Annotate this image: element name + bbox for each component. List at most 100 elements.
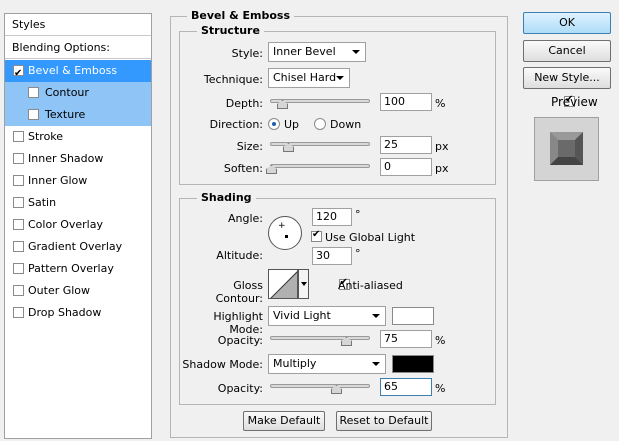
style-item-label: Inner Glow	[28, 174, 88, 187]
size-unit: px	[435, 140, 449, 153]
chevron-down-icon	[301, 282, 307, 286]
style-item-outer-glow[interactable]: Outer Glow	[5, 280, 151, 302]
new-style-button[interactable]: New Style...	[523, 67, 611, 89]
depth-label: Depth:	[225, 97, 263, 110]
depth-field[interactable]: 100	[380, 93, 432, 111]
highlight-color-swatch[interactable]	[392, 307, 434, 325]
soften-slider[interactable]	[270, 164, 370, 168]
ok-button[interactable]: OK	[523, 12, 611, 34]
gloss-contour-preview[interactable]	[268, 269, 298, 299]
satin-checkbox[interactable]	[13, 197, 24, 208]
style-item-label: Contour	[45, 86, 89, 99]
highlight-opacity-slider[interactable]	[270, 336, 370, 340]
style-item-gradient-overlay[interactable]: Gradient Overlay	[5, 236, 151, 258]
color-overlay-checkbox[interactable]	[13, 219, 24, 230]
shadow-mode-value: Multiply	[273, 357, 317, 370]
direction-label: Direction:	[209, 118, 263, 131]
soften-label: Soften:	[223, 162, 263, 175]
technique-select[interactable]: Chisel Hard	[268, 68, 350, 88]
direction-down-label: Down	[330, 118, 362, 131]
make-default-button[interactable]: Make Default	[243, 411, 325, 431]
direction-down-radio[interactable]	[314, 118, 326, 130]
gradient-overlay-checkbox[interactable]	[13, 241, 24, 252]
styles-list: Styles Blending Options: Default Bevel &…	[4, 13, 152, 439]
global-light-checkbox[interactable]	[311, 229, 322, 242]
bevel-emboss-title: Bevel & Emboss	[187, 10, 294, 22]
depth-unit: %	[435, 97, 446, 110]
highlight-mode-select[interactable]: Vivid Light	[268, 306, 386, 326]
angle-label: Angle:	[227, 212, 263, 225]
inner-shadow-checkbox[interactable]	[13, 153, 24, 164]
style-label: Style:	[231, 47, 263, 60]
shadow-opacity-unit: %	[435, 382, 446, 395]
gloss-contour-dropdown[interactable]	[298, 269, 309, 299]
angle-dial[interactable]: +	[268, 216, 302, 250]
style-item-pattern-overlay[interactable]: Pattern Overlay	[5, 258, 151, 280]
style-item-color-overlay[interactable]: Color Overlay	[5, 214, 151, 236]
texture-checkbox[interactable]	[28, 109, 39, 120]
technique-select-value: Chisel Hard	[273, 71, 337, 84]
altitude-unit: °	[355, 247, 361, 260]
style-item-bevel-emboss[interactable]: Bevel & Emboss	[5, 60, 151, 85]
style-item-contour[interactable]: Contour	[5, 82, 151, 104]
shadow-opacity-slider[interactable]	[270, 384, 370, 388]
style-item-label: Outer Glow	[28, 284, 91, 297]
angle-field[interactable]: 120	[312, 208, 352, 226]
direction-up-label: Up	[284, 118, 300, 131]
style-item-inner-shadow[interactable]: Inner Shadow	[5, 148, 151, 170]
highlight-opacity-unit: %	[435, 334, 446, 347]
styles-header: Styles	[5, 14, 151, 36]
shadow-mode-select[interactable]: Multiply	[268, 354, 386, 374]
technique-label: Technique:	[203, 73, 263, 86]
highlight-mode-label: Highlight Mode:	[213, 310, 263, 336]
bevel-emboss-checkbox[interactable]	[13, 63, 24, 85]
drop-shadow-checkbox[interactable]	[13, 307, 24, 318]
style-item-inner-glow[interactable]: Inner Glow	[5, 170, 151, 192]
crosshair-icon: +	[278, 221, 286, 231]
style-item-label: Drop Shadow	[28, 306, 102, 319]
style-preview	[534, 117, 599, 181]
soften-field[interactable]: 0	[380, 158, 432, 176]
size-label: Size:	[236, 140, 263, 153]
contour-checkbox[interactable]	[28, 87, 39, 98]
shadow-color-swatch[interactable]	[392, 355, 434, 373]
style-item-label: Satin	[28, 196, 57, 209]
pattern-overlay-checkbox[interactable]	[13, 263, 24, 274]
soften-unit: px	[435, 162, 449, 175]
style-item-texture[interactable]: Texture	[5, 104, 151, 126]
structure-title: Structure	[197, 25, 264, 37]
highlight-mode-value: Vivid Light	[273, 309, 331, 322]
style-item-label: Gradient Overlay	[28, 240, 123, 253]
style-select[interactable]: Inner Bevel	[268, 42, 366, 62]
style-item-stroke[interactable]: Stroke	[5, 126, 151, 148]
shadow-mode-label: Shadow Mode:	[182, 358, 263, 371]
gloss-contour-label: Gloss Contour:	[215, 279, 263, 305]
angle-dial-point	[285, 235, 288, 238]
style-item-satin[interactable]: Satin	[5, 192, 151, 214]
altitude-field[interactable]: 30	[312, 247, 352, 265]
blending-options-item[interactable]: Blending Options: Default	[5, 37, 151, 76]
direction-up-radio[interactable]	[268, 118, 280, 130]
inner-glow-checkbox[interactable]	[13, 175, 24, 186]
stroke-checkbox[interactable]	[13, 131, 24, 142]
global-light-label: Use Global Light	[325, 231, 416, 244]
chevron-down-icon	[352, 50, 360, 54]
style-item-drop-shadow[interactable]: Drop Shadow	[5, 302, 151, 324]
style-item-label: Inner Shadow	[28, 152, 104, 165]
style-item-label: Pattern Overlay	[28, 262, 114, 275]
chevron-down-icon	[372, 362, 380, 366]
anti-aliased-label: Anti-aliased	[338, 279, 403, 292]
reset-to-default-button[interactable]: Reset to Default	[336, 411, 432, 431]
shadow-opacity-field[interactable]: 65	[380, 378, 432, 396]
chevron-down-icon	[336, 76, 344, 80]
outer-glow-checkbox[interactable]	[13, 285, 24, 296]
cancel-button[interactable]: Cancel	[523, 40, 611, 62]
style-item-label: Bevel & Emboss	[28, 64, 118, 77]
altitude-label: Altitude:	[216, 249, 263, 262]
style-select-value: Inner Bevel	[273, 45, 336, 58]
highlight-opacity-field[interactable]: 75	[380, 330, 432, 348]
shading-title: Shading	[197, 192, 256, 204]
size-slider[interactable]	[270, 142, 370, 146]
angle-unit: °	[355, 208, 361, 221]
size-field[interactable]: 25	[380, 136, 432, 154]
